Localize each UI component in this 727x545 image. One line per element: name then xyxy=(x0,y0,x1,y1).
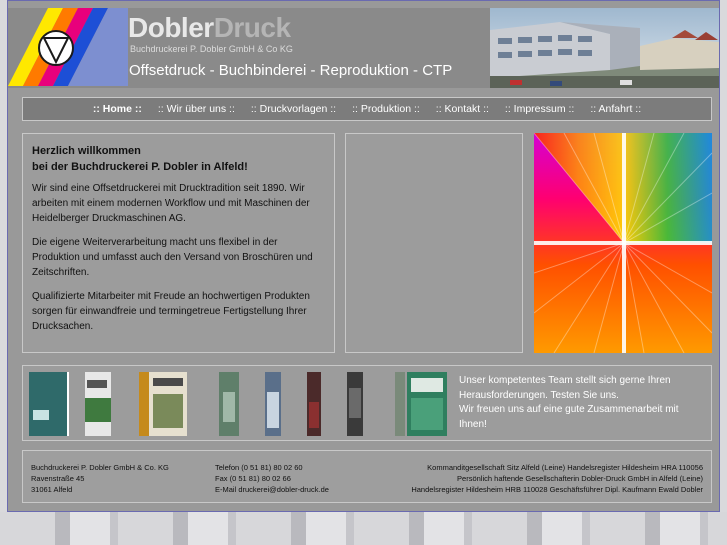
footer-legal-line2: Persönlich haftende Gesellschafterin Dob… xyxy=(457,474,703,483)
brochure-image xyxy=(219,372,239,436)
brochure-image xyxy=(347,372,363,436)
brochure-image xyxy=(307,372,321,436)
brochure-image xyxy=(85,372,111,436)
main-navigation: :: Home :: :: Wir über uns :: :: Druckvo… xyxy=(22,97,712,121)
team-message-line2: Wir freuen uns auf eine gute Zusammenarb… xyxy=(459,404,679,430)
footer-email-link[interactable]: E-Mail druckerei@dobler-druck.de xyxy=(215,484,329,495)
nav-item-produktion[interactable]: :: Produktion :: xyxy=(344,103,428,115)
team-message: Unser kompetentes Team stellt sich gerne… xyxy=(459,374,709,432)
team-message-line1: Unser kompetentes Team stellt sich gerne… xyxy=(459,375,671,401)
brochure-image xyxy=(395,372,447,436)
footer-address: Buchdruckerei P. Dobler GmbH & Co. KG Ra… xyxy=(31,462,169,495)
nav-item-anfahrt[interactable]: :: Anfahrt :: xyxy=(582,103,649,115)
brand-title: DoblerDruck xyxy=(128,12,291,43)
nav-item-home[interactable]: :: Home :: xyxy=(85,103,150,115)
intro-paragraph-3: Qualifizierte Mitarbeiter mit Freude an … xyxy=(32,291,310,332)
footer-city: 31061 Alfeld xyxy=(31,485,73,494)
color-fan-image xyxy=(534,133,712,353)
nav-item-wir-ueber-uns[interactable]: :: Wir über uns :: xyxy=(150,103,243,115)
footer: Buchdruckerei P. Dobler GmbH & Co. KG Ra… xyxy=(22,450,712,503)
building-photo xyxy=(490,8,719,88)
team-panel: Unser kompetentes Team stellt sich gerne… xyxy=(22,365,712,441)
empty-panel xyxy=(345,133,523,353)
footer-fax: Fax (0 51 81) 80 02 66 xyxy=(215,474,291,483)
brochure-image xyxy=(265,372,281,436)
footer-contact: Telefon (0 51 81) 80 02 60 Fax (0 51 81)… xyxy=(215,462,329,495)
footer-legal-line1: Kommanditgesellschaft Sitz Alfeld (Leine… xyxy=(427,463,703,472)
brand-tagline: Offsetdruck - Buchbinderei - Reproduktio… xyxy=(129,62,453,79)
intro-paragraph-1: Wir sind eine Offsetdruckerei mit Druckt… xyxy=(32,183,310,224)
welcome-heading-line2: bei der Buchdruckerei P. Dobler in Alfel… xyxy=(32,161,248,173)
footer-phone: Telefon (0 51 81) 80 02 60 xyxy=(215,463,303,472)
brochure-image xyxy=(29,372,69,436)
intro-paragraph-2: Die eigene Weiterverarbeitung macht uns … xyxy=(32,237,313,278)
nav-item-druckvorlagen[interactable]: :: Druckvorlagen :: xyxy=(243,103,344,115)
intro-panel: Herzlich willkommen bei der Buchdruckere… xyxy=(22,133,335,353)
welcome-heading-line1: Herzlich willkommen xyxy=(32,145,141,157)
nav-item-kontakt[interactable]: :: Kontakt :: xyxy=(428,103,497,115)
brochure-image xyxy=(139,372,187,436)
footer-company: Buchdruckerei P. Dobler GmbH & Co. KG xyxy=(31,463,169,472)
footer-street: Ravenstraße 45 xyxy=(31,474,85,483)
dobler-logo[interactable] xyxy=(8,8,128,86)
footer-legal-line3: Handelsregister Hildesheim HRB 110028 Ge… xyxy=(411,485,703,494)
background-strip xyxy=(0,512,727,545)
brand-subtitle: Buchdruckerei P. Dobler GmbH & Co KG xyxy=(130,44,293,54)
nav-item-impressum[interactable]: :: Impressum :: xyxy=(497,103,582,115)
welcome-heading: Herzlich willkommen bei der Buchdruckere… xyxy=(32,143,325,175)
footer-legal: Kommanditgesellschaft Sitz Alfeld (Leine… xyxy=(411,462,703,495)
